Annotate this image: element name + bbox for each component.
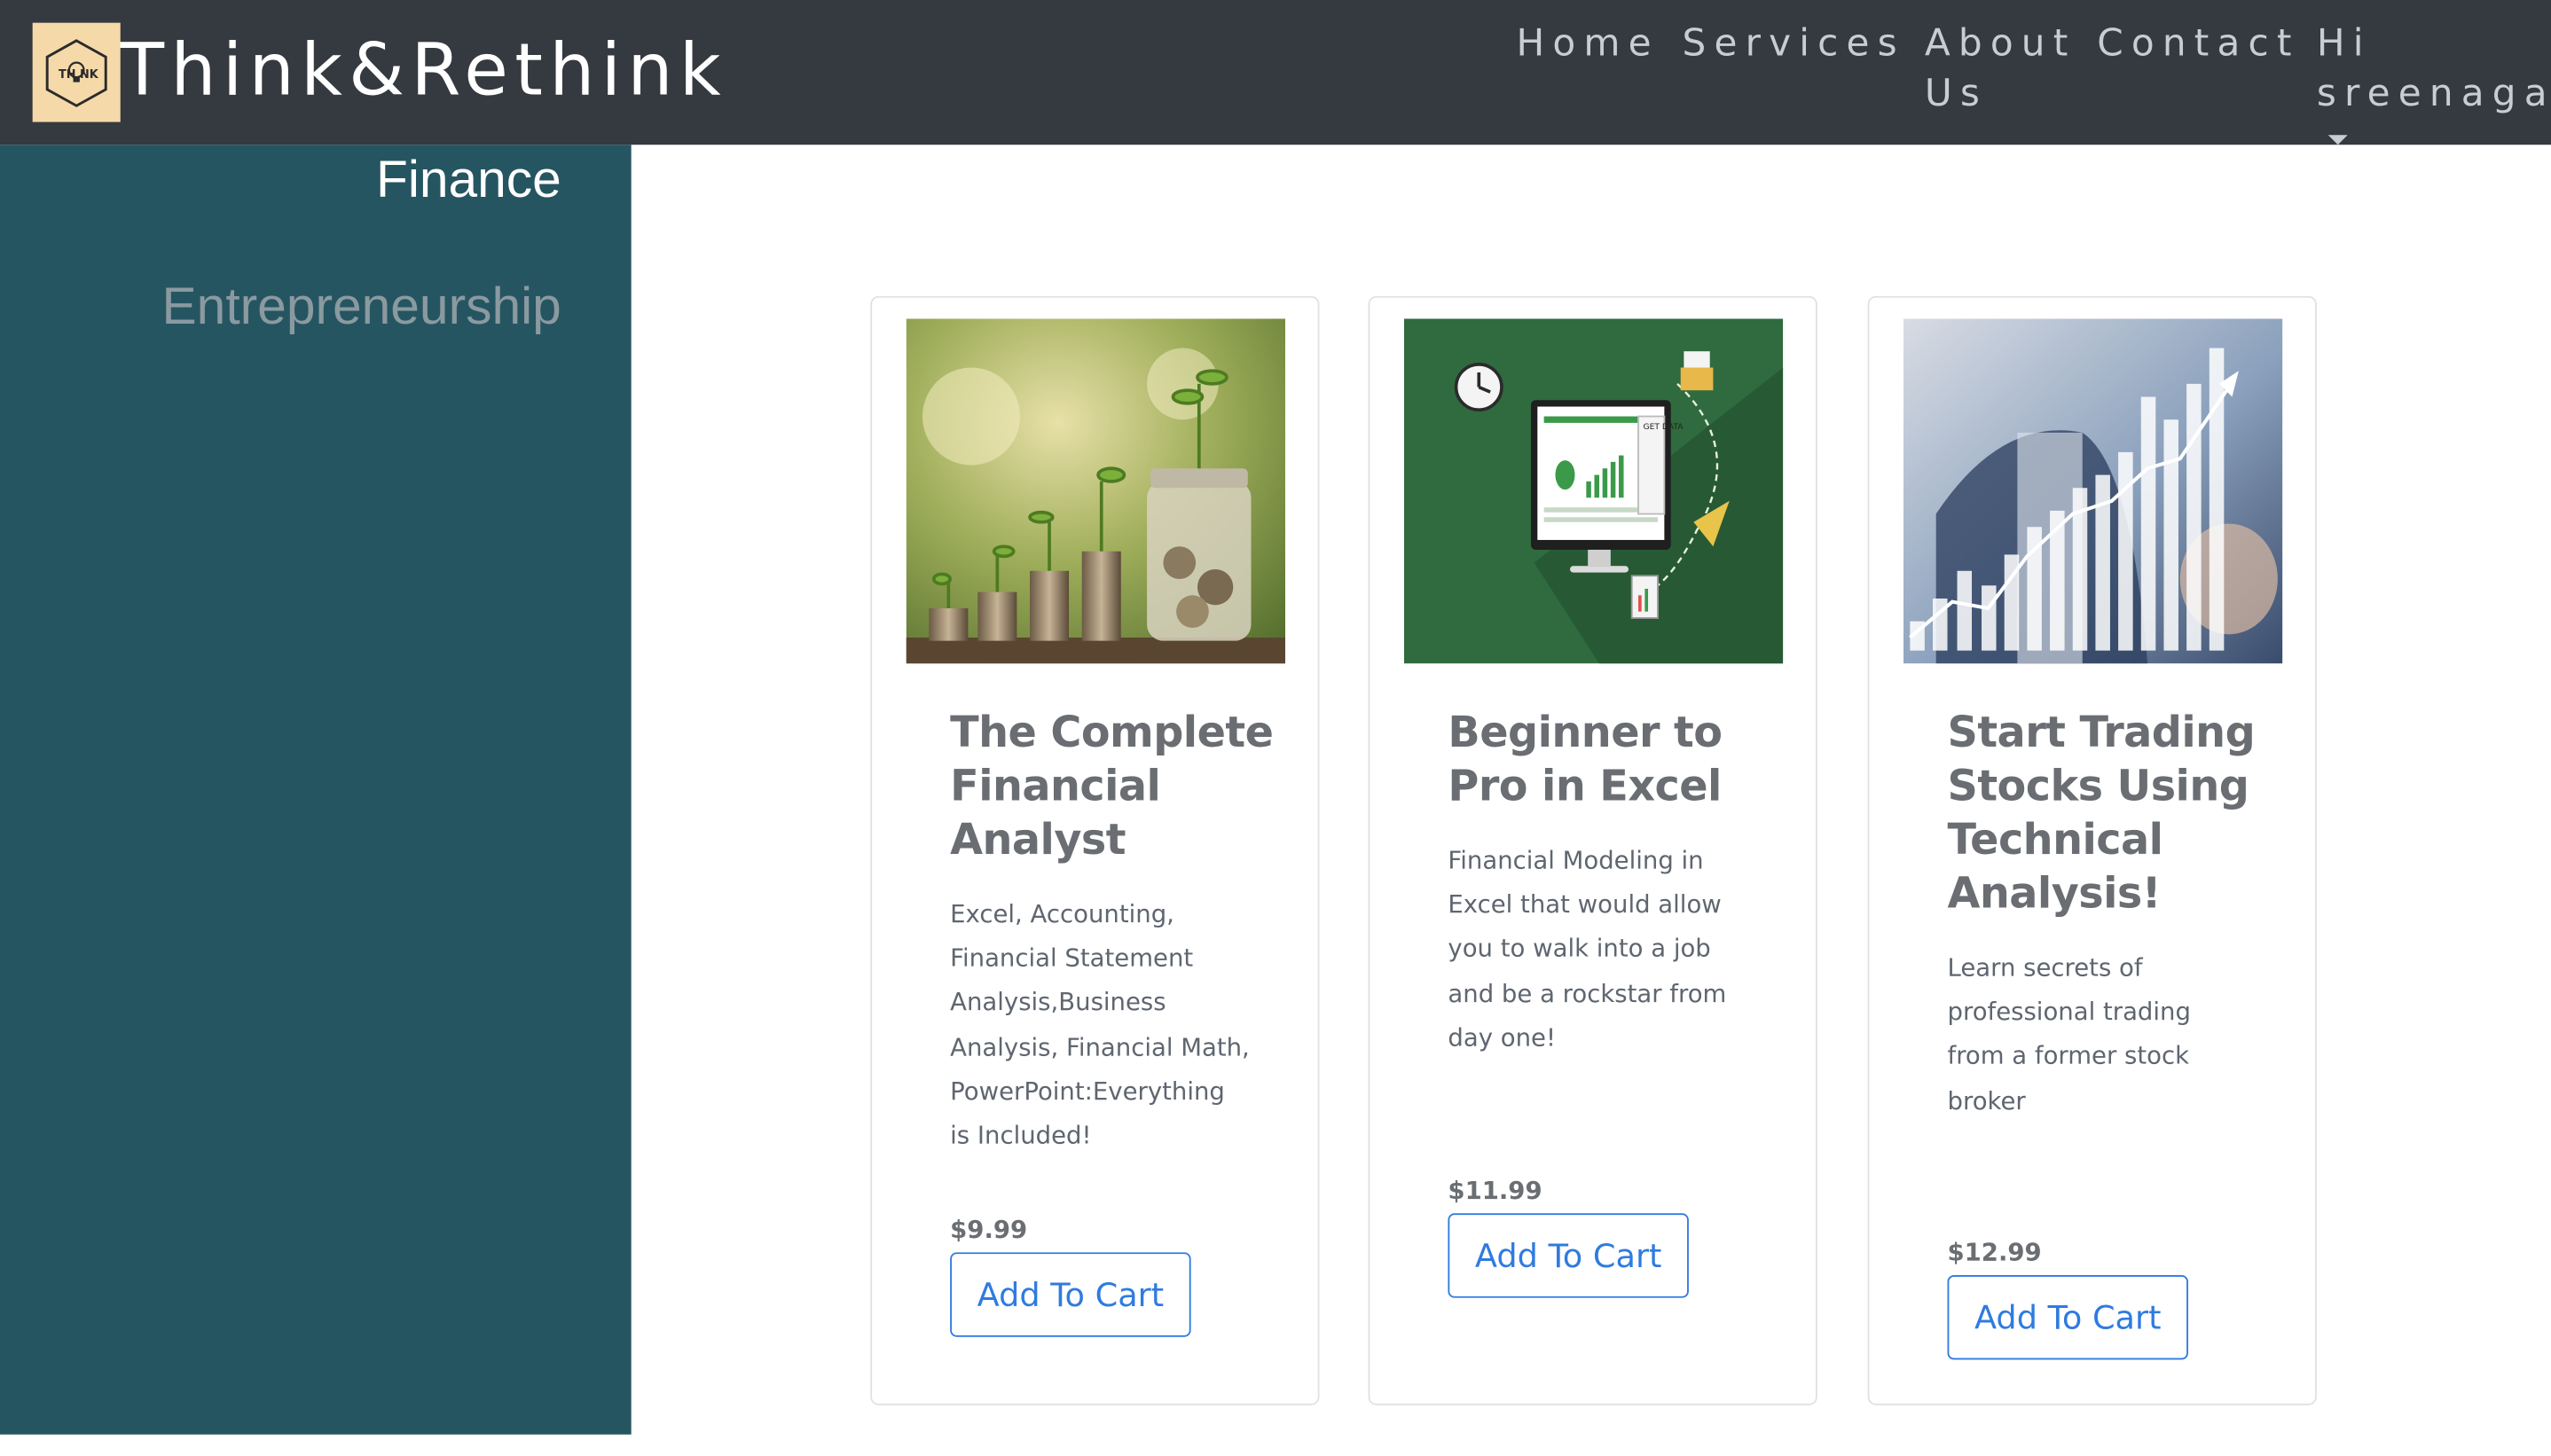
- course-card: The Complete Financial Analyst Excel, Ac…: [870, 295, 1320, 1405]
- page: TH NK Think&Rethink Home Services About …: [0, 0, 2551, 1456]
- course-title: Start Trading Stocks Using Technical Ana…: [1947, 708, 2256, 920]
- course-title: The Complete Financial Analyst: [950, 708, 1274, 865]
- nav-home[interactable]: Home: [1516, 20, 1659, 70]
- logo-text: TH NK: [59, 67, 99, 81]
- logo[interactable]: TH NK: [32, 22, 121, 122]
- sidebar-item-finance[interactable]: Finance: [376, 146, 561, 211]
- think-lightbulb-logo-icon: TH NK: [45, 38, 107, 106]
- course-description: Learn secrets of professional trading fr…: [1947, 952, 2191, 1115]
- course-title: Beginner to Pro in Excel: [1448, 708, 1723, 812]
- sidebar-item-entrepreneurship[interactable]: Entrepreneurship: [162, 273, 561, 338]
- course-card: GET DATA Beginner to Pro in Excel Financ…: [1368, 295, 1817, 1405]
- course-description: Financial Modeling in Excel that would a…: [1448, 845, 1727, 1053]
- add-to-cart-button[interactable]: Add To Cart: [950, 1252, 1191, 1337]
- course-card: Start Trading Stocks Using Technical Ana…: [1867, 295, 2317, 1405]
- nav-contact[interactable]: Contact: [2097, 20, 2299, 70]
- stock-chart-photo-icon: [1903, 318, 2283, 664]
- add-to-cart-button[interactable]: Add To Cart: [1947, 1275, 2188, 1360]
- add-to-cart-button[interactable]: Add To Cart: [1448, 1213, 1689, 1298]
- top-navbar: TH NK Think&Rethink Home Services About …: [0, 0, 2551, 145]
- category-sidebar: Finance Entrepreneurship: [0, 145, 632, 1435]
- course-price: $12.99: [1947, 1237, 2042, 1267]
- course-price: $9.99: [950, 1215, 1028, 1245]
- coins-plants-photo-icon: [906, 318, 1286, 664]
- get-data-label: GET DATA: [1644, 422, 1684, 432]
- course-description: Excel, Accounting, Financial Statement A…: [950, 899, 1250, 1150]
- brand-name[interactable]: Think&Rethink: [121, 29, 727, 114]
- course-price: $11.99: [1448, 1176, 1542, 1206]
- nav-about-us[interactable]: About Us: [1925, 20, 2087, 121]
- chevron-down-icon[interactable]: [2327, 135, 2348, 145]
- excel-dashboard-illustration-icon: GET DATA: [1403, 318, 1784, 664]
- user-menu-toggle[interactable]: Hi sreenagas: [2317, 20, 2551, 121]
- nav-services[interactable]: Services: [1683, 20, 1905, 70]
